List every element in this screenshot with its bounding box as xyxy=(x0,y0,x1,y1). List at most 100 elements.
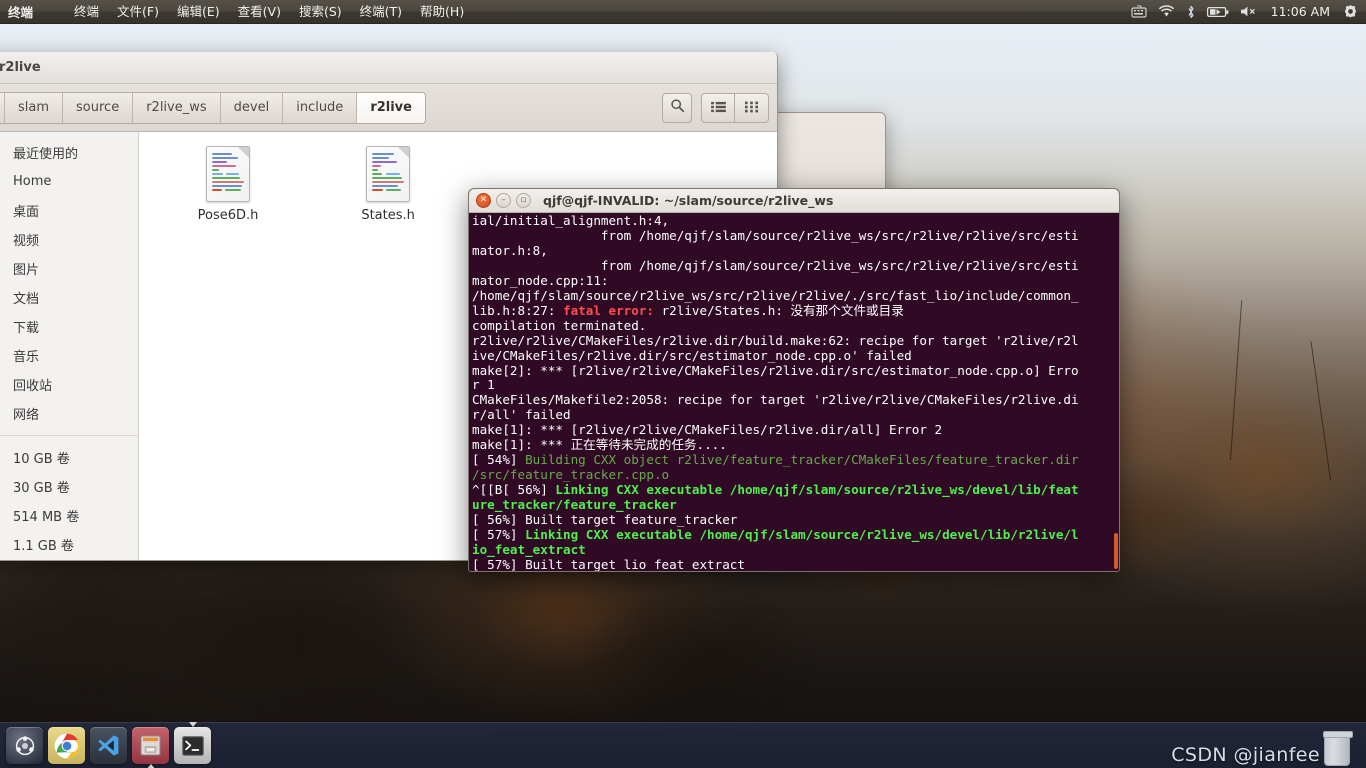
breadcrumb: 主文件夹 slam source r2live_ws devel include… xyxy=(0,91,426,124)
terminal-line: make[2]: *** [r2live/r2live/CMakeFiles/r… xyxy=(472,362,1116,379)
terminal-title: qjf@qjf-INVALID: ~/slam/source/r2live_ws xyxy=(543,193,834,208)
terminal-line: [ 57%] Linking CXX executable /home/qjf/… xyxy=(472,527,1116,543)
grid-view-icon xyxy=(744,98,759,117)
sidebar-divider xyxy=(0,435,138,436)
sidebar-item-pictures[interactable]: 图片 xyxy=(0,254,138,283)
keyboard-icon[interactable] xyxy=(1131,5,1147,19)
sidebar-item-home[interactable]: Home xyxy=(0,167,138,196)
sidebar-item-videos[interactable]: 视频 xyxy=(0,225,138,254)
file-item-pose6d[interactable]: Pose6D.h xyxy=(163,146,293,223)
breadcrumb-include[interactable]: include xyxy=(283,92,358,123)
terminal-line: ive/CMakeFiles/r2live.dir/src/estimator_… xyxy=(472,347,1116,364)
dock-item-google-chrome[interactable] xyxy=(48,727,85,764)
minimize-button[interactable]: – xyxy=(496,193,511,208)
file-name-label: States.h xyxy=(361,208,415,223)
breadcrumb-slam[interactable]: slam xyxy=(5,92,64,123)
terminal-text-span: CMakeFiles/Makefile2:2058: recipe for ta… xyxy=(472,392,1079,408)
menu-file[interactable]: 文件(F) xyxy=(108,0,168,23)
running-indicator xyxy=(146,764,155,768)
menu-terminal-t[interactable]: 终端(T) xyxy=(351,0,411,23)
terminal-text-span: Linking CXX executable /home/qjf/slam/so… xyxy=(525,527,1079,543)
terminal-text-span: [ 56%] Built target feature_tracker xyxy=(472,512,738,528)
terminal-line: r 1 xyxy=(472,378,1116,393)
volume-muted-icon[interactable] xyxy=(1240,5,1258,18)
menu-edit[interactable]: 编辑(E) xyxy=(168,0,229,23)
breadcrumb-devel[interactable]: devel xyxy=(221,92,284,123)
panel-app-name: 终端 xyxy=(8,5,34,20)
terminal-text-span: r2live/States.h: 没有那个文件或目录 xyxy=(654,302,904,318)
breadcrumb-source[interactable]: source xyxy=(63,92,134,123)
dock-item-ubuntu-dash[interactable] xyxy=(6,727,43,764)
sidebar-item-music[interactable]: 音乐 xyxy=(0,341,138,370)
gear-icon[interactable] xyxy=(1343,4,1358,19)
terminal-text-span: make[2]: *** [r2live/r2live/CMakeFiles/r… xyxy=(472,362,1079,378)
breadcrumb-r2live[interactable]: r2live xyxy=(357,92,425,123)
watermark: CSDN @jianfee xyxy=(1171,731,1353,766)
menu-terminal[interactable]: 终端 xyxy=(65,0,108,23)
dock-item-terminal[interactable] xyxy=(174,722,211,764)
search-button[interactable] xyxy=(662,92,692,123)
terminal-text-span: make[1]: *** [r2live/r2live/CMakeFiles/r… xyxy=(472,422,943,438)
terminal-line: mator_node.cpp:11: xyxy=(472,272,1116,289)
bluetooth-icon[interactable] xyxy=(1186,5,1196,19)
wallpaper-tree-canopy xyxy=(0,545,190,695)
terminal-line: lib.h:8:27: fatal error: r2live/States.h… xyxy=(472,302,1116,319)
sidebar-item-volume-1[interactable]: 10 GB 卷 xyxy=(0,443,138,472)
terminal-line: [ 54%] Building CXX object r2live/featur… xyxy=(472,452,1116,468)
panel-clock[interactable]: 11:06 AM xyxy=(1269,4,1332,19)
file-manager-toolbar: › 主文件夹 slam source r2live_ws devel inclu… xyxy=(0,84,777,132)
terminal-text-span: /src/feature_tracker.cpp.o xyxy=(472,467,670,483)
sidebar-item-volume-2[interactable]: 30 GB 卷 xyxy=(0,472,138,501)
terminal-line: mator.h:8, xyxy=(472,243,1116,259)
terminal-line: ^[[B[ 56%] Linking CXX executable /home/… xyxy=(472,482,1116,498)
sidebar-item-volume-3[interactable]: 514 MB 卷 xyxy=(0,501,138,530)
terminal-text-span: [ 54%] xyxy=(472,452,526,468)
sidebar-item-trash[interactable]: 回收站 xyxy=(0,370,138,399)
dock-item-files-nautilus[interactable] xyxy=(132,727,169,768)
sidebar-item-network[interactable]: 网络 xyxy=(0,399,138,428)
breadcrumb-r2live-ws[interactable]: r2live_ws xyxy=(133,92,221,123)
terminal-text-span: r 1 xyxy=(472,377,495,393)
list-view-icon xyxy=(710,98,726,117)
terminal-scrollbar[interactable] xyxy=(1114,533,1118,569)
grid-view-button[interactable] xyxy=(735,92,769,123)
file-item-states[interactable]: States.h xyxy=(323,146,453,223)
trash-icon xyxy=(1323,731,1353,766)
terminal-line: from /home/qjf/slam/source/r2live_ws/src… xyxy=(472,258,1116,274)
file-manager-titlebar[interactable]: r2live xyxy=(0,52,777,84)
maximize-button[interactable]: ▫ xyxy=(516,193,531,208)
top-panel: 终端 终端 文件(F) 编辑(E) 查看(V) 搜索(S) 终端(T) 帮助(H… xyxy=(0,0,1366,24)
sidebar-item-downloads[interactable]: 下载 xyxy=(0,312,138,341)
dock-item-vscode[interactable] xyxy=(90,727,127,764)
terminal-screen[interactable]: ial/initial_alignment.h:4, from /home/qj… xyxy=(469,213,1119,571)
panel-menubar: 终端 文件(F) 编辑(E) 查看(V) 搜索(S) 终端(T) 帮助(H) xyxy=(65,0,473,23)
menu-help[interactable]: 帮助(H) xyxy=(411,0,473,23)
terminal-text-span: compilation terminated. xyxy=(472,317,647,333)
terminal-text-span: r/all' failed xyxy=(472,407,571,423)
sidebar-item-desktop[interactable]: 桌面 xyxy=(0,196,138,225)
sidebar-item-volume-4[interactable]: 1.1 GB 卷 xyxy=(0,530,138,559)
close-button[interactable]: ✕ xyxy=(476,193,491,208)
sidebar-item-recent[interactable]: 最近使用的 xyxy=(0,138,138,167)
menu-search[interactable]: 搜索(S) xyxy=(290,0,351,23)
terminal-titlebar[interactable]: ✕ – ▫ qjf@qjf-INVALID: ~/slam/source/r2l… xyxy=(469,189,1119,213)
terminal-text-span: r2live/r2live/CMakeFiles/r2live.dir/buil… xyxy=(472,332,1079,348)
terminal-text-span: ure_tracker/feature_tracker xyxy=(472,497,677,513)
terminal-text-span: fatal error: xyxy=(563,302,654,318)
terminal-text-span: ^[[B[ 56%] xyxy=(472,482,556,498)
battery-icon[interactable] xyxy=(1206,6,1229,18)
file-manager-sidebar: 最近使用的 Home 桌面 视频 图片 文档 下载 音乐 回收站 网络 10 G… xyxy=(0,132,139,560)
terminal-line: ure_tracker/feature_tracker xyxy=(472,497,1116,513)
terminal-line: r/all' failed xyxy=(472,407,1116,423)
toolbar-right-group xyxy=(662,92,769,123)
terminal-window[interactable]: ✕ – ▫ qjf@qjf-INVALID: ~/slam/source/r2l… xyxy=(468,188,1120,572)
wifi-icon[interactable] xyxy=(1158,5,1175,18)
terminal-line: /home/qjf/slam/source/r2live_ws/src/r2li… xyxy=(472,288,1116,304)
terminal-text-span: ive/CMakeFiles/r2live.dir/src/estimator_… xyxy=(472,347,912,363)
list-view-button[interactable] xyxy=(701,92,735,123)
sidebar-item-documents[interactable]: 文档 xyxy=(0,283,138,312)
terminal-text-span: mator_node.cpp:11: xyxy=(472,272,609,288)
terminal-line: [ 57%] Built target lio_feat_extract xyxy=(472,557,1116,571)
terminal-text-span: ial/initial_alignment.h:4, xyxy=(472,213,670,228)
menu-view[interactable]: 查看(V) xyxy=(229,0,290,23)
